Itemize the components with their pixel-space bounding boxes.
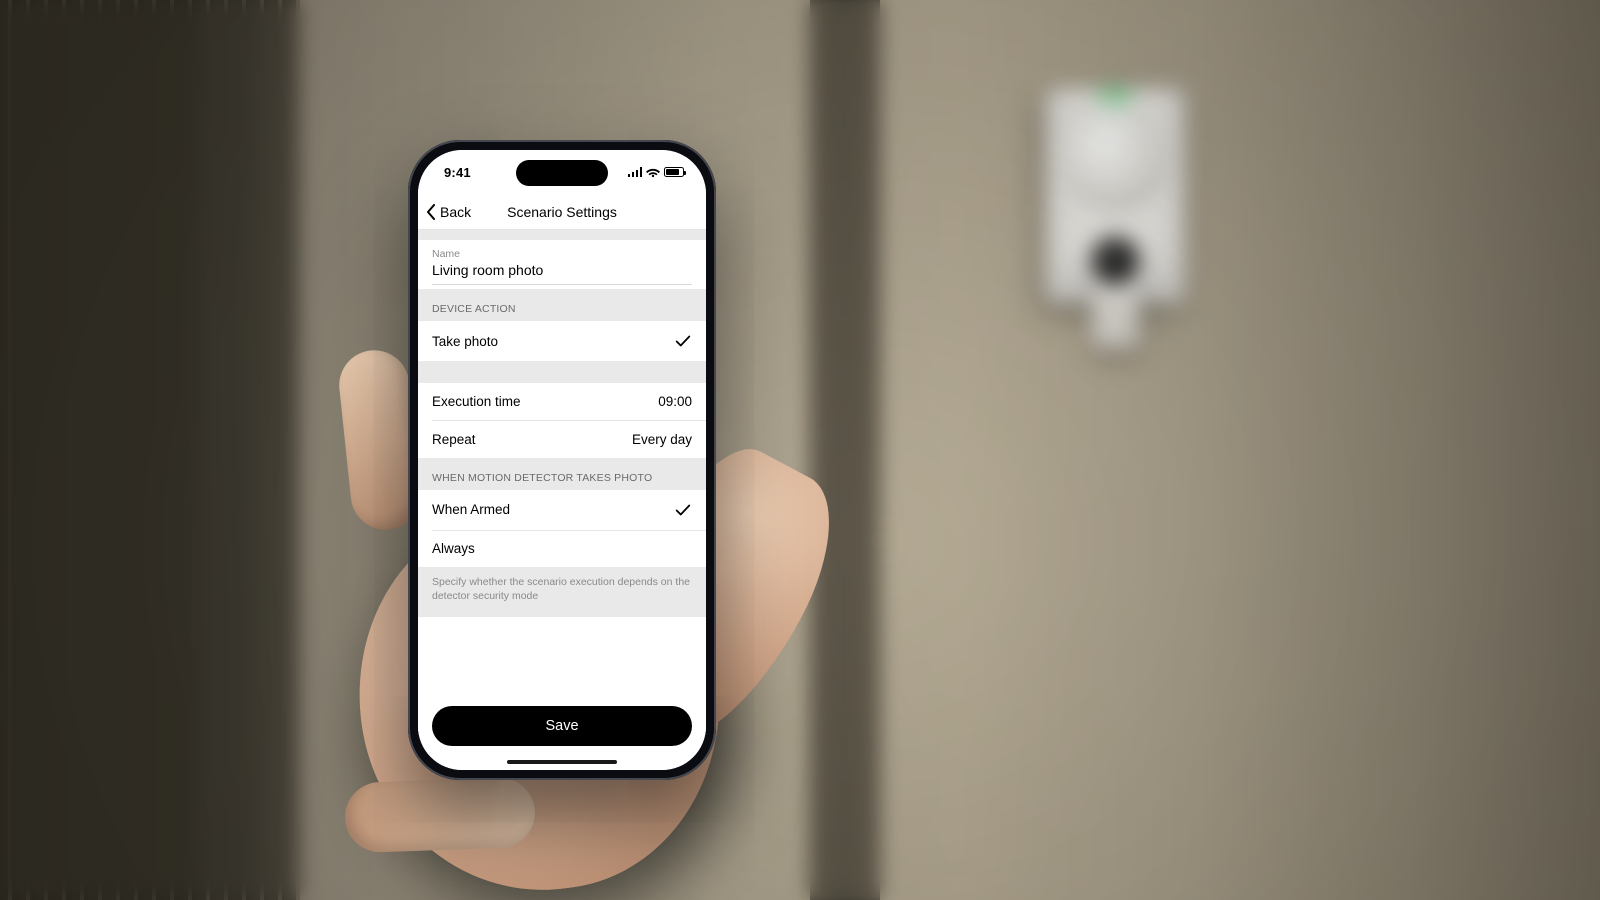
phone-frame: 9:41 Back Scenario Settings Name xyxy=(408,140,716,780)
photo-mode-helper: Specify whether the scenario execution d… xyxy=(418,567,706,603)
option-when-armed[interactable]: When Armed xyxy=(418,490,706,530)
device-action-card: Take photo xyxy=(418,321,706,361)
status-led-icon xyxy=(1100,93,1130,99)
glass-panel xyxy=(0,0,300,900)
photo-mode-header: WHEN MOTION DETECTOR TAKES PHOTO xyxy=(418,458,706,490)
clock: 9:41 xyxy=(444,165,471,180)
scenario-name-input[interactable] xyxy=(432,260,692,285)
repeat-row[interactable]: Repeat Every day xyxy=(418,421,706,458)
action-take-photo[interactable]: Take photo xyxy=(418,321,706,361)
name-card: Name xyxy=(418,240,706,289)
pir-dome-icon xyxy=(1063,106,1167,210)
camera-lens-icon xyxy=(1092,237,1138,283)
cellular-icon xyxy=(628,167,643,177)
check-icon xyxy=(674,332,692,350)
phone-screen: 9:41 Back Scenario Settings Name xyxy=(418,150,706,770)
exec-time-value: 09:00 xyxy=(658,394,692,409)
wifi-icon xyxy=(646,167,660,178)
content: Name DEVICE ACTION Take photo Execution … xyxy=(418,230,706,770)
home-indicator[interactable] xyxy=(507,760,617,764)
save-button[interactable]: Save xyxy=(432,706,692,746)
device-action-header: DEVICE ACTION xyxy=(418,289,706,321)
photo-mode-card: When Armed Always xyxy=(418,490,706,568)
schedule-card: Execution time 09:00 Repeat Every day xyxy=(418,383,706,458)
motion-detector-device xyxy=(1045,88,1185,303)
repeat-label: Repeat xyxy=(432,432,476,447)
repeat-value: Every day xyxy=(632,432,692,447)
battery-icon xyxy=(664,167,684,177)
check-icon xyxy=(674,501,692,519)
exec-time-label: Execution time xyxy=(432,394,521,409)
name-label: Name xyxy=(432,248,692,260)
option-label: When Armed xyxy=(432,502,510,517)
page-title: Scenario Settings xyxy=(418,204,706,220)
execution-time-row[interactable]: Execution time 09:00 xyxy=(418,383,706,420)
door-frame xyxy=(810,0,880,900)
option-always[interactable]: Always xyxy=(418,530,706,567)
nav-header: Back Scenario Settings xyxy=(418,194,706,230)
action-label: Take photo xyxy=(432,334,498,349)
option-label: Always xyxy=(432,541,475,556)
background-scene: 9:41 Back Scenario Settings Name xyxy=(0,0,1600,900)
dynamic-island xyxy=(516,160,608,186)
